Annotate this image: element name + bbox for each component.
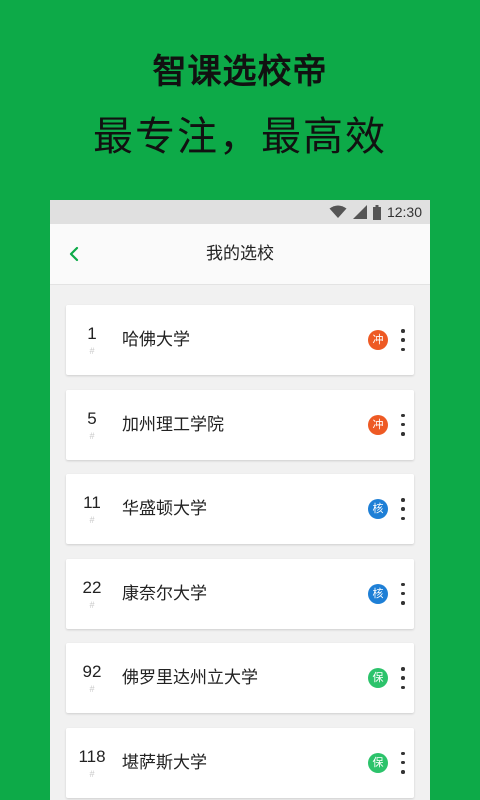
school-card[interactable]: 11 # 华盛顿大学 核 xyxy=(66,474,414,544)
more-vertical-icon[interactable] xyxy=(398,751,408,774)
signal-icon xyxy=(352,205,367,219)
category-badge: 核 xyxy=(368,499,388,519)
school-name: 康奈尔大学 xyxy=(122,583,207,604)
more-vertical-icon[interactable] xyxy=(398,413,408,436)
promo-subtitle: 最专注，最高效 xyxy=(93,114,387,160)
rank-hash-label: # xyxy=(89,599,95,610)
school-card[interactable]: 22 # 康奈尔大学 核 xyxy=(66,558,414,629)
more-vertical-icon[interactable] xyxy=(398,498,408,520)
school-card[interactable]: 118 # 堪萨斯大学 保 xyxy=(66,727,414,798)
rank-hash-label: # xyxy=(89,430,95,441)
rank-hash-label: # xyxy=(89,768,95,779)
school-name: 哈佛大学 xyxy=(122,330,190,350)
school-rank: 118 xyxy=(78,746,106,766)
school-list: 1 # 哈佛大学冲 5 # 加州理工学院冲 11 # 华盛顿大学核 22 # 康奈尔大学核 92 # 佛罗里… xyxy=(50,285,430,798)
phone-screen: 12:30 我的选校 1 # 哈佛大学冲 5 # 加州理工学院冲 11 # 华盛顿大学核 22 # 康… xyxy=(50,200,430,800)
rank-hash-label: # xyxy=(89,346,95,356)
wifi-icon xyxy=(329,205,347,218)
category-badge: 冲 xyxy=(368,330,388,350)
category-badge: 冲 xyxy=(368,414,388,435)
category-badge: 核 xyxy=(368,583,388,604)
category-badge: 保 xyxy=(368,668,388,688)
school-rank: 1 xyxy=(87,324,97,343)
rank-hash-label: # xyxy=(89,515,95,525)
school-name: 佛罗里达州立大学 xyxy=(122,668,258,688)
battery-icon xyxy=(372,204,381,220)
school-rank: 22 xyxy=(82,577,102,597)
category-badge: 保 xyxy=(368,752,388,773)
school-card[interactable]: 5 # 加州理工学院 冲 xyxy=(66,389,414,460)
school-rank: 5 xyxy=(87,408,97,428)
school-card[interactable]: 92 # 佛罗里达州立大学 保 xyxy=(66,643,414,713)
school-rank: 11 xyxy=(83,493,101,512)
school-name: 堪萨斯大学 xyxy=(122,752,207,773)
status-time: 12:30 xyxy=(386,204,422,220)
status-bar: 12:30 xyxy=(50,200,430,224)
school-card[interactable]: 1 # 哈佛大学 冲 xyxy=(66,305,414,375)
promo-title: 智课选校帝 xyxy=(152,52,328,92)
more-vertical-icon[interactable] xyxy=(398,329,408,351)
page-title: 我的选校 xyxy=(206,244,274,264)
school-rank: 92 xyxy=(82,662,102,681)
more-vertical-icon[interactable] xyxy=(398,667,408,689)
more-vertical-icon[interactable] xyxy=(398,582,408,605)
app-bar: 我的选校 xyxy=(50,224,430,285)
school-name: 华盛顿大学 xyxy=(122,499,207,519)
school-name: 加州理工学院 xyxy=(122,414,224,435)
rank-hash-label: # xyxy=(89,684,95,694)
